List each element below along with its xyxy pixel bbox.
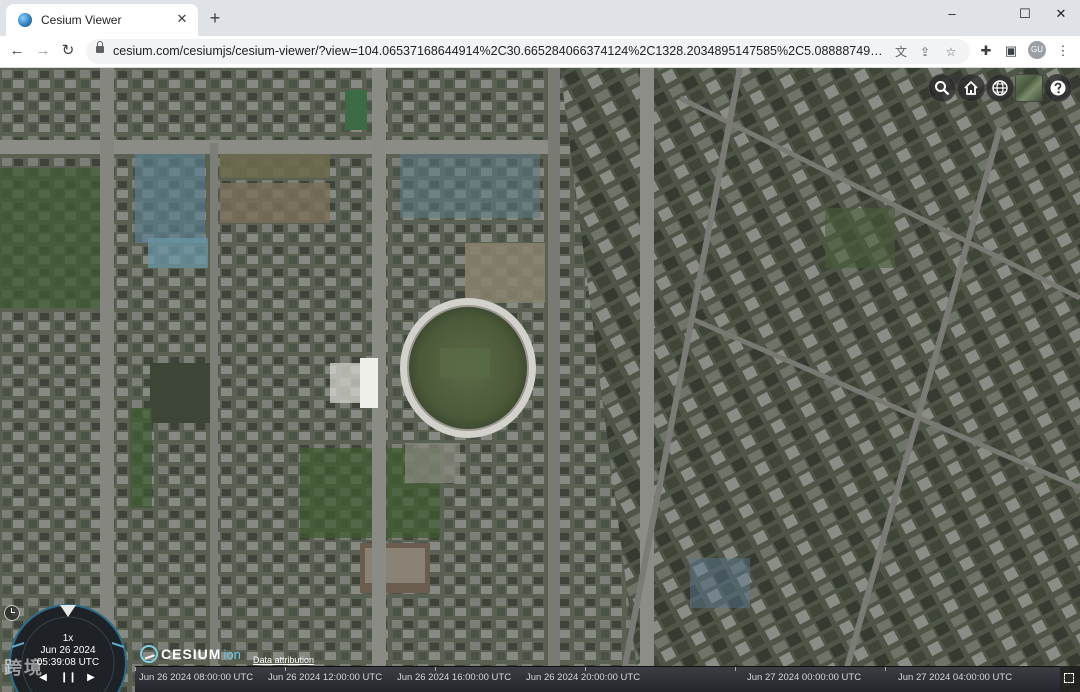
fullscreen-button[interactable] xyxy=(1060,666,1080,692)
url-text[interactable]: cesium.com/cesiumjs/cesium-viewer/?view=… xyxy=(113,44,883,58)
data-attribution-link[interactable]: Data attribution xyxy=(253,655,314,665)
timeline-tick xyxy=(735,667,736,671)
restore-button[interactable]: ☐ xyxy=(1011,4,1039,24)
browser-toolbar: ← → ↻ cesium.com/cesiumjs/cesium-viewer/… xyxy=(0,36,1080,68)
timeline-tick xyxy=(435,667,436,671)
home-button[interactable] xyxy=(957,74,985,102)
cesium-toolbar xyxy=(928,74,1072,102)
tab-cesium-viewer[interactable]: Cesium Viewer ✕ xyxy=(6,4,198,36)
timeline-label: Jun 27 2024 04:00:00 UTC xyxy=(898,672,1013,683)
back-icon[interactable]: ← xyxy=(7,41,27,61)
cesium-logo-text: CESIUM xyxy=(161,646,222,662)
new-tab-button[interactable]: + xyxy=(205,8,225,28)
help-icon xyxy=(1050,80,1066,96)
extensions-puzzle-icon[interactable]: ✚ xyxy=(977,42,995,60)
timeline-tick xyxy=(285,667,286,671)
timeline[interactable]: Jun 26 2024 08:00:00 UTC Jun 26 2024 12:… xyxy=(135,666,1060,692)
search-icon xyxy=(935,81,950,96)
watermark-text: 跨境 xyxy=(4,658,44,678)
timeline-tick xyxy=(135,667,136,671)
lock-icon[interactable] xyxy=(96,41,104,53)
timeline-tick xyxy=(885,667,886,671)
translate-icon[interactable]: 文 xyxy=(892,43,910,61)
share-icon[interactable]: ⇪ xyxy=(916,43,934,61)
base-layer-picker-button[interactable] xyxy=(1015,74,1043,102)
address-bar[interactable]: cesium.com/cesiumjs/cesium-viewer/?view=… xyxy=(86,39,970,64)
cesium-favicon-icon xyxy=(18,13,32,27)
home-icon xyxy=(964,80,978,95)
profile-avatar[interactable]: GU xyxy=(1028,41,1046,59)
timeline-label: Jun 26 2024 12:00:00 UTC xyxy=(268,672,383,683)
browser-tab-strip: Cesium Viewer ✕ + – ☐ ✕ xyxy=(0,0,1080,36)
pause-icon[interactable]: ❙❙ xyxy=(60,671,77,685)
timeline-label: Jun 26 2024 16:00:00 UTC xyxy=(397,672,512,683)
animation-speed: 1x xyxy=(62,633,74,644)
tab-title: Cesium Viewer xyxy=(41,13,122,27)
satellite-imagery[interactable] xyxy=(0,68,1080,692)
forward-icon[interactable]: → xyxy=(33,41,53,61)
cesium-viewport[interactable]: 1x Jun 26 2024 05:39:08 UTC ◀ ❙❙ ▶ CESIU… xyxy=(0,68,1080,692)
tab-close-icon[interactable]: ✕ xyxy=(174,11,190,27)
timeline-tick xyxy=(585,667,586,671)
menu-kebab-icon[interactable]: ⋮ xyxy=(1054,42,1072,60)
realtime-clock-icon[interactable] xyxy=(4,605,20,621)
side-panel-icon[interactable]: ▣ xyxy=(1002,42,1020,60)
close-window-button[interactable]: ✕ xyxy=(1047,4,1075,24)
geocoder-search-button[interactable] xyxy=(928,74,956,102)
timeline-label: Jun 26 2024 08:00:00 UTC xyxy=(139,672,254,683)
scene-mode-button[interactable] xyxy=(986,74,1014,102)
help-button[interactable] xyxy=(1044,74,1072,102)
cesium-logo[interactable]: CESIUM ion xyxy=(140,643,241,665)
timeline-label: Jun 27 2024 00:00:00 UTC xyxy=(747,672,862,683)
cesium-logo-icon xyxy=(140,645,158,663)
play-icon[interactable]: ▶ xyxy=(84,671,98,685)
bookmark-star-icon[interactable]: ☆ xyxy=(942,43,960,61)
minimize-button[interactable]: – xyxy=(938,4,966,24)
cesium-logo-ion: ion xyxy=(223,646,241,662)
timeline-label: Jun 26 2024 20:00:00 UTC xyxy=(526,672,641,683)
globe-icon xyxy=(992,80,1008,96)
reload-icon[interactable]: ↻ xyxy=(58,41,78,61)
